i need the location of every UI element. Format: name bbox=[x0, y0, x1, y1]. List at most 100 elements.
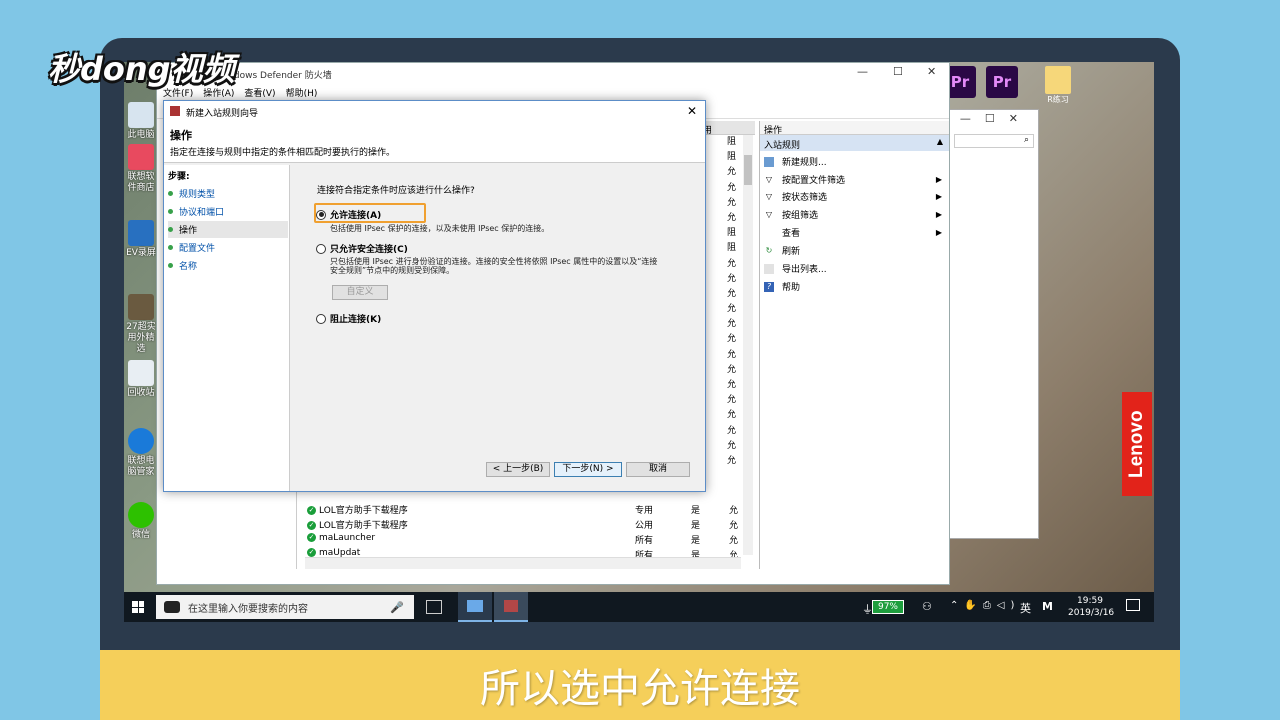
maximize-button[interactable]: ☐ bbox=[893, 65, 903, 78]
ime-language[interactable]: 英 bbox=[1020, 600, 1031, 616]
check-icon: ✓ bbox=[307, 548, 316, 557]
taskbar-search[interactable]: 在这里输入你要搜索的内容 🎤 bbox=[156, 595, 414, 619]
action-cell: 允 bbox=[727, 167, 737, 178]
desktop-icon-lenovo-store[interactable]: 联想软件商店 bbox=[124, 144, 158, 194]
next-button[interactable]: 下一步(N) > bbox=[554, 462, 622, 477]
step-rule-type[interactable]: 规则类型 bbox=[168, 185, 288, 202]
action-refresh[interactable]: ↻ 刷新 bbox=[764, 242, 948, 259]
action-cell: 阻 bbox=[727, 228, 737, 239]
folder-icon bbox=[128, 294, 154, 320]
secure-desc: 只包括使用 IPsec 进行身份验证的连接。连接的安全性将依照 IPsec 属性… bbox=[330, 257, 658, 275]
firewall-icon bbox=[170, 106, 180, 116]
wechat-icon bbox=[128, 502, 154, 528]
action-cell: 允 bbox=[727, 273, 737, 284]
filter-icon: ▽ bbox=[765, 209, 773, 219]
radio-selected-icon bbox=[316, 209, 326, 220]
ime-mode[interactable]: M bbox=[1042, 600, 1053, 613]
step-name[interactable]: 名称 bbox=[168, 257, 288, 274]
premiere-icon-2[interactable]: Pr bbox=[986, 66, 1018, 98]
action-cell: 允 bbox=[727, 334, 737, 345]
dialog-header: 操作 指定在连接与规则中指定的条件相匹配时要执行的操作。 bbox=[164, 123, 705, 163]
action-help[interactable]: ? 帮助 bbox=[764, 278, 948, 295]
action-cell: 阻 bbox=[727, 137, 737, 147]
microphone-icon[interactable]: 🎤 bbox=[390, 601, 404, 614]
window-controls[interactable]: —☐✕ bbox=[960, 112, 1032, 125]
folder-icon bbox=[1045, 66, 1071, 94]
taskbar-app-wizard[interactable] bbox=[494, 592, 528, 622]
windows-start-icon[interactable] bbox=[132, 601, 144, 613]
vertical-scrollbar[interactable] bbox=[743, 135, 753, 555]
action-cell: 允 bbox=[727, 319, 737, 330]
radio-unselected-icon bbox=[316, 313, 326, 324]
action-filter-state[interactable]: ▽ 按状态筛选 ▶ bbox=[764, 188, 948, 205]
search-icon[interactable]: ⌕ bbox=[954, 134, 1034, 148]
step-action[interactable]: 操作 bbox=[168, 221, 288, 238]
action-filter-profile[interactable]: ▽ 按配置文件筛选 ▶ bbox=[764, 171, 948, 188]
desktop-icon-recycle-bin[interactable]: 回收站 bbox=[124, 360, 158, 399]
actions-pane: 操作 入站规则 ▲ 新建规则... ▽ 按配置文件筛选 ▶ ▽ 按状态筛选 ▶ ▽ 按组筛选… bbox=[759, 121, 949, 569]
tray-icons[interactable]: ⌃✋⎙◁) bbox=[950, 600, 1020, 611]
action-export[interactable]: 导出列表... bbox=[764, 260, 948, 277]
collapse-icon: ▲ bbox=[936, 137, 943, 146]
check-icon: ✓ bbox=[307, 506, 316, 515]
close-icon[interactable]: ✕ bbox=[687, 104, 697, 118]
table-row[interactable]: ✓ LOL官方助手下载程序 公用是允 bbox=[305, 516, 755, 531]
dialog-titlebar: 新建入站规则向导 ✕ bbox=[164, 101, 705, 123]
action-cell: 允 bbox=[727, 212, 737, 223]
desktop-icon-wechat[interactable]: 微信 bbox=[124, 502, 158, 541]
action-cell: 允 bbox=[727, 182, 737, 193]
dialog-heading: 操作 bbox=[170, 129, 192, 142]
cortana-icon bbox=[164, 601, 180, 613]
back-button[interactable]: < 上一步(B) bbox=[486, 462, 550, 477]
background-window[interactable]: —☐✕ ⌕ bbox=[949, 109, 1039, 539]
dialog-subheading: 指定在连接与规则中指定的条件相匹配时要执行的操作。 bbox=[170, 148, 396, 158]
action-cell: 允 bbox=[727, 395, 737, 406]
taskbar-app-firewall[interactable] bbox=[458, 592, 492, 622]
menu-view[interactable]: 查看(V) bbox=[244, 86, 275, 100]
action-cell: 阻 bbox=[727, 243, 737, 254]
table-row[interactable]: ✓ maLauncher 所有是允 bbox=[305, 531, 755, 546]
radio-unselected-icon bbox=[316, 243, 326, 254]
action-filter-group[interactable]: ▽ 按组筛选 ▶ bbox=[764, 206, 948, 223]
radio-allow[interactable]: 允许连接(A) bbox=[316, 208, 381, 221]
desktop-icon-folder[interactable]: 27超实用外精选 bbox=[124, 294, 158, 355]
radio-block[interactable]: 阻止连接(K) bbox=[316, 312, 381, 325]
horizontal-scrollbar[interactable] bbox=[305, 557, 741, 569]
minimize-button[interactable]: — bbox=[857, 65, 868, 78]
menu-help[interactable]: 帮助(H) bbox=[286, 86, 318, 100]
recycle-bin-icon bbox=[128, 360, 154, 386]
submenu-arrow-icon: ▶ bbox=[935, 210, 942, 219]
desktop-icon-lenovo-manager[interactable]: 联想电脑管家 bbox=[124, 428, 158, 478]
action-new-rule[interactable]: 新建规则... bbox=[764, 153, 948, 170]
steps-title: 步骤: bbox=[168, 172, 190, 182]
actions-section[interactable]: 入站规则 ▲ bbox=[760, 135, 949, 151]
table-row[interactable]: ✓ LOL官方助手下载程序 专用是允 bbox=[305, 501, 755, 516]
task-view-icon[interactable] bbox=[426, 600, 442, 614]
action-cell: 允 bbox=[727, 425, 737, 436]
customize-button[interactable]: 自定义 bbox=[332, 285, 388, 300]
action-view[interactable]: 查看 ▶ bbox=[764, 224, 948, 241]
desktop-icon-r-practice[interactable]: R练习 bbox=[1040, 66, 1076, 105]
people-icon[interactable]: ⚇ bbox=[922, 600, 932, 613]
cancel-button[interactable]: 取消 bbox=[626, 462, 690, 477]
clock[interactable]: 19:59 2019/3/16 bbox=[1068, 595, 1114, 619]
help-icon: ? bbox=[764, 281, 774, 292]
step-protocol-port[interactable]: 协议和端口 bbox=[168, 203, 288, 220]
screen: Lenovo 此电脑 联想软件商店 EV录屏 27超实用外精选 回收站 联想电脑… bbox=[124, 62, 1154, 622]
dialog-title: 新建入站规则向导 bbox=[186, 109, 259, 119]
desktop-icon-this-pc[interactable]: 此电脑 bbox=[124, 102, 158, 141]
check-icon: ✓ bbox=[307, 521, 316, 530]
scrollbar-thumb[interactable] bbox=[744, 155, 752, 185]
new-inbound-rule-wizard: 新建入站规则向导 ✕ 操作 指定在连接与规则中指定的条件相匹配时要执行的操作。 … bbox=[163, 100, 706, 492]
ev-icon bbox=[128, 220, 154, 246]
action-cell: 允 bbox=[727, 349, 737, 360]
action-cell: 允 bbox=[727, 197, 737, 208]
close-button[interactable]: ✕ bbox=[927, 65, 936, 78]
actions-header: 操作 bbox=[760, 121, 949, 136]
step-profile[interactable]: 配置文件 bbox=[168, 239, 288, 256]
battery-indicator[interactable]: 97% bbox=[872, 600, 904, 614]
notification-icon[interactable] bbox=[1126, 599, 1140, 611]
desktop-icon-ev-recorder[interactable]: EV录屏 bbox=[124, 220, 158, 259]
radio-secure-only[interactable]: 只允许安全连接(C) bbox=[316, 242, 408, 255]
action-cell: 允 bbox=[727, 455, 737, 466]
